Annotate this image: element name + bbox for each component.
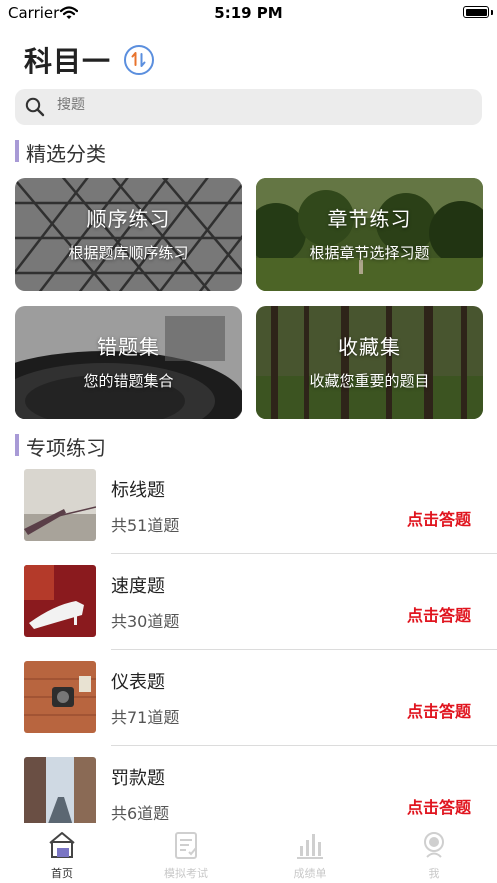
profile-icon (419, 830, 449, 864)
tab-label: 我 (428, 867, 440, 880)
card-background (15, 306, 242, 419)
battery-icon (463, 6, 489, 18)
clock: 5:19 PM (214, 4, 283, 22)
item-thumbnail (24, 757, 96, 829)
item-count: 共6道题 (111, 804, 170, 823)
tab-mock-exam[interactable]: 模拟考试 (124, 823, 248, 883)
card-subtitle: 收藏您重要的题目 (309, 372, 430, 390)
tab-label: 模拟考试 (164, 867, 208, 880)
card-background (256, 306, 483, 419)
item-count: 共71道题 (111, 708, 180, 727)
switch-icon[interactable] (124, 45, 154, 75)
tab-label: 首页 (51, 867, 73, 880)
tab-home[interactable]: 首页 (0, 823, 124, 883)
card-background (256, 178, 483, 291)
item-count: 共51道题 (111, 516, 180, 535)
list-item-instrument-questions[interactable]: 仪表题 共71道题 点击答题 (0, 650, 497, 746)
item-thumbnail (24, 661, 96, 733)
card-title: 收藏集 (338, 335, 401, 359)
page-title: 科目一 (24, 45, 112, 78)
card-title: 章节练习 (327, 207, 412, 231)
answer-button[interactable]: 点击答题 (407, 698, 471, 722)
card-sequential-practice[interactable]: 顺序练习 根据题库顺序练习 (15, 178, 242, 291)
card-subtitle: 根据题库顺序练习 (68, 244, 189, 262)
item-title: 罚款题 (111, 768, 165, 789)
card-title: 顺序练习 (86, 207, 171, 231)
card-subtitle: 您的错题集合 (83, 372, 174, 390)
search-bar[interactable] (15, 89, 482, 125)
list-item-marking-questions[interactable]: 标线题 共51道题 点击答题 (0, 458, 497, 554)
card-subtitle: 根据章节选择习题 (309, 244, 430, 262)
tab-label: 成绩单 (293, 867, 327, 880)
chart-icon (295, 830, 325, 864)
list-item-speed-questions[interactable]: 速度题 共30道题 点击答题 (0, 554, 497, 650)
answer-button[interactable]: 点击答题 (407, 794, 471, 818)
item-title: 速度题 (111, 576, 165, 597)
section-title: 专项练习 (26, 436, 106, 460)
tab-scores[interactable]: 成绩单 (248, 823, 372, 883)
answer-button[interactable]: 点击答题 (407, 506, 471, 530)
item-thumbnail (24, 469, 96, 541)
search-input[interactable] (57, 97, 437, 113)
card-chapter-practice[interactable]: 章节练习 根据章节选择习题 (256, 178, 483, 291)
tab-bar: 首页 模拟考试 成绩单 我 (0, 823, 497, 883)
item-count: 共30道题 (111, 612, 180, 631)
card-background (15, 178, 242, 291)
battery-nub (491, 10, 493, 15)
item-thumbnail (24, 565, 96, 637)
status-bar: Carrier 5:19 PM (0, 0, 497, 26)
item-title: 标线题 (111, 480, 165, 501)
card-title: 错题集 (97, 335, 160, 359)
home-icon (47, 830, 77, 864)
section-title: 精选分类 (26, 142, 106, 166)
section-accent-bar (15, 140, 19, 162)
exam-icon (171, 830, 201, 864)
card-favorites[interactable]: 收藏集 收藏您重要的题目 (256, 306, 483, 419)
tab-profile[interactable]: 我 (372, 823, 496, 883)
answer-button[interactable]: 点击答题 (407, 602, 471, 626)
card-wrong-questions[interactable]: 错题集 您的错题集合 (15, 306, 242, 419)
search-icon (25, 97, 45, 121)
item-title: 仪表题 (111, 672, 165, 693)
section-accent-bar (15, 434, 19, 456)
